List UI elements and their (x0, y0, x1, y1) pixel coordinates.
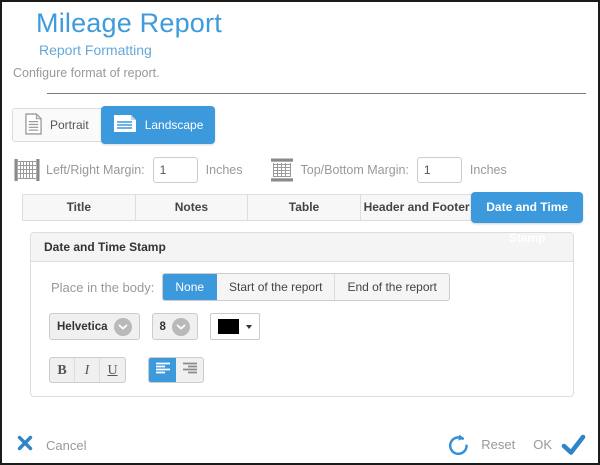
align-left-button[interactable] (149, 358, 176, 382)
landscape-button[interactable]: Landscape (101, 106, 216, 144)
font-size-value: 8 (160, 321, 166, 333)
caret-down-icon (246, 325, 252, 329)
orientation-toggle: Portrait Landscape (12, 108, 215, 142)
align-left-icon (155, 361, 171, 379)
left-right-margin-input[interactable] (153, 157, 198, 183)
check-icon (561, 434, 586, 456)
place-in-body-label: Place in the body: (51, 280, 154, 295)
font-family-value: Helvetica (57, 321, 108, 333)
ok-button[interactable] (561, 434, 586, 456)
portrait-document-icon (25, 113, 42, 138)
x-icon (17, 435, 33, 456)
chevron-down-icon (114, 318, 132, 336)
place-in-body-row: Place in the body: None Start of the rep… (51, 273, 573, 301)
reset-label[interactable]: Reset (481, 437, 515, 452)
footer-actions: Reset OK (445, 431, 586, 458)
landscape-label: Landscape (145, 118, 204, 132)
option-end-of-report[interactable]: End of the report (335, 274, 448, 300)
top-bottom-margin-unit: Inches (470, 163, 507, 177)
option-start-of-report[interactable]: Start of the report (217, 274, 335, 300)
tab-title[interactable]: Title (23, 195, 136, 220)
color-swatch (218, 319, 239, 334)
top-bottom-margin-label: Top/Bottom Margin: (301, 163, 409, 177)
portrait-button[interactable]: Portrait (13, 109, 101, 141)
report-formatting-dialog: { "header": { "title": "Mileage Report",… (0, 0, 600, 465)
tab-header-and-footer[interactable]: Header and Footer (361, 195, 474, 220)
tab-table[interactable]: Table (248, 195, 361, 220)
page-subtitle: Report Formatting (39, 42, 152, 58)
page-description: Configure format of report. (13, 66, 160, 80)
circular-arrow-icon (445, 431, 472, 458)
font-color-dropdown[interactable] (210, 313, 260, 340)
align-right-icon (182, 361, 198, 379)
left-right-margin-icon (14, 158, 40, 182)
tab-date-and-time-stamp[interactable]: Date and Time Stamp (471, 192, 583, 223)
place-in-body-options: None Start of the report End of the repo… (162, 273, 449, 301)
top-bottom-margin-input[interactable] (417, 157, 462, 183)
chevron-down-icon (172, 318, 190, 336)
cancel-button[interactable]: Cancel (17, 435, 86, 456)
landscape-document-icon (113, 114, 137, 136)
reset-button[interactable] (445, 431, 472, 458)
date-time-stamp-panel: Date and Time Stamp Place in the body: N… (30, 232, 574, 397)
panel-header: Date and Time Stamp (31, 233, 573, 262)
align-right-button[interactable] (176, 358, 203, 382)
tab-notes[interactable]: Notes (136, 195, 249, 220)
underline-button[interactable]: U (100, 358, 125, 382)
alignment-group (148, 357, 204, 383)
option-none[interactable]: None (163, 274, 217, 300)
section-tabbar: Title Notes Table Header and Footer Date… (22, 194, 582, 221)
bold-button[interactable]: B (50, 358, 75, 382)
ok-label[interactable]: OK (533, 437, 552, 452)
font-family-dropdown[interactable]: Helvetica (49, 313, 140, 340)
margins-row: Left/Right Margin: Inches Top/Bottom Mar… (14, 155, 507, 185)
header-divider (47, 93, 586, 94)
left-right-margin-label: Left/Right Margin: (46, 163, 145, 177)
top-bottom-margin-icon (269, 158, 295, 182)
font-settings-row: Helvetica 8 (49, 313, 573, 340)
portrait-label: Portrait (50, 118, 89, 132)
page-title: Mileage Report (36, 8, 222, 39)
left-right-margin-unit: Inches (206, 163, 243, 177)
text-style-group: B I U (49, 357, 126, 383)
italic-button[interactable]: I (75, 358, 100, 382)
font-size-dropdown[interactable]: 8 (152, 313, 198, 340)
cancel-label: Cancel (46, 438, 86, 453)
text-style-row: B I U (49, 357, 573, 383)
